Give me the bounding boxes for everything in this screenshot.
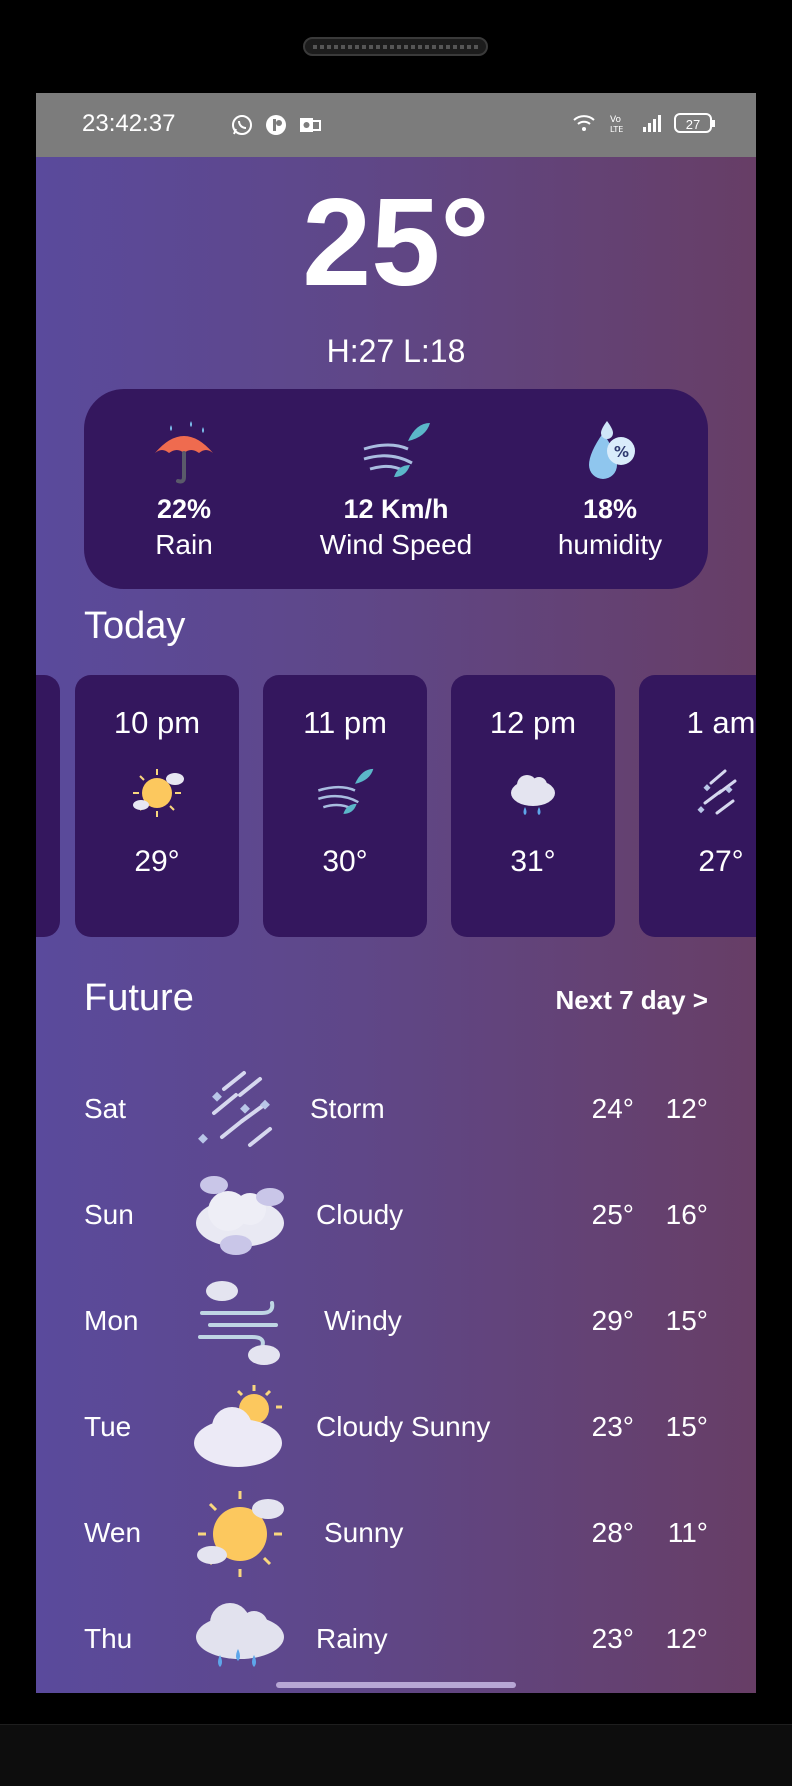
forecast-row[interactable]: Sun Cloudy 25° 16° xyxy=(84,1167,708,1263)
forecast-row[interactable]: Tue Cloudy Sunny 23° 15° xyxy=(84,1379,708,1475)
svg-text:LTE: LTE xyxy=(610,125,623,134)
hour-temp: 29° xyxy=(134,845,180,878)
forecast-day: Tue xyxy=(84,1411,132,1442)
rain-stat: 22% Rain xyxy=(114,419,254,561)
hour-temp: 31° xyxy=(510,845,556,878)
forecast-low: 12° xyxy=(665,1093,708,1124)
forecast-low: 15° xyxy=(665,1305,708,1336)
status-time: 23:42:37 xyxy=(82,110,176,137)
phone-chin xyxy=(0,1724,792,1786)
forecast-day: Mon xyxy=(84,1305,139,1336)
phone-frame: 23:42:37 Vo LTE 27 25° H:27 L:18 22% Rai… xyxy=(0,0,792,1786)
wind-label: Wind Speed xyxy=(319,529,473,560)
stats-card: 22% Rain 12 Km/h Wind Speed % 18% humidi… xyxy=(84,389,708,589)
hour-temp: 27° xyxy=(698,845,744,878)
svg-text:%: % xyxy=(614,443,629,461)
forecast-low: 15° xyxy=(665,1411,708,1442)
status-bar: 23:42:37 Vo LTE 27 xyxy=(36,93,756,157)
outlook-icon xyxy=(300,118,321,132)
future-title: Future xyxy=(84,977,194,1019)
svg-text:Vo: Vo xyxy=(610,115,621,125)
rain-cloud-icon xyxy=(511,775,555,815)
forecast-condition: Cloudy xyxy=(316,1199,404,1230)
forecast-condition: Windy xyxy=(324,1305,402,1336)
high-low-temperature: H:27 L:18 xyxy=(326,333,466,369)
hour-card-partial[interactable] xyxy=(36,675,60,937)
forecast-high: 29° xyxy=(591,1305,634,1336)
wind-stat: 12 Km/h Wind Speed xyxy=(284,419,508,561)
forecast-day: Wen xyxy=(84,1517,142,1548)
app-notification-icon xyxy=(266,115,286,135)
rainy-icon xyxy=(196,1603,284,1667)
forecast-high: 28° xyxy=(591,1517,634,1548)
windy-icon xyxy=(198,1281,280,1365)
wifi-icon xyxy=(573,115,595,131)
system-icons: Vo LTE 27 xyxy=(572,111,715,135)
today-title: Today xyxy=(84,605,186,647)
forecast-row[interactable]: Thu Rainy 23° 12° xyxy=(84,1591,708,1687)
forecast-high: 25° xyxy=(591,1199,634,1230)
signal-icon xyxy=(643,115,661,132)
cloudy-icon xyxy=(196,1176,284,1255)
forecast-low: 11° xyxy=(667,1517,708,1548)
storm-icon xyxy=(697,769,737,815)
forecast-day: Thu xyxy=(84,1623,133,1654)
forecast-low: 16° xyxy=(665,1199,708,1230)
volte-icon: VoLTE xyxy=(610,115,623,134)
forecast-condition: Rainy xyxy=(316,1623,388,1654)
hour-time: 10 pm xyxy=(113,705,201,740)
forecast-high: 24° xyxy=(591,1093,634,1124)
hour-temp: 30° xyxy=(322,845,368,878)
forecast-condition: Sunny xyxy=(324,1517,404,1548)
hour-card[interactable]: 10 pm 29° xyxy=(75,675,239,937)
forecast-day: Sun xyxy=(84,1199,134,1230)
next-7-days-link[interactable]: Next 7 day > xyxy=(556,985,708,1016)
hour-card[interactable]: 12 pm 31° xyxy=(451,675,615,937)
hour-time: 1 am xyxy=(686,705,756,740)
forecast-low: 12° xyxy=(665,1623,708,1654)
notification-icons xyxy=(230,113,322,137)
cloudy-sunny-icon xyxy=(194,1385,282,1467)
rain-label: Rain xyxy=(155,529,213,560)
humidity-label: humidity xyxy=(557,529,663,560)
hour-card[interactable]: 11 pm 30° xyxy=(263,675,427,937)
hour-time: 12 pm xyxy=(489,705,577,740)
wind-icon xyxy=(363,423,430,477)
app-screen: 23:42:37 Vo LTE 27 25° H:27 L:18 22% Rai… xyxy=(36,93,756,1693)
current-temperature: 25° xyxy=(302,174,490,312)
umbrella-icon xyxy=(155,421,213,484)
whatsapp-icon xyxy=(232,115,252,135)
forecast-row[interactable]: Wen Sunny 28° 11° xyxy=(84,1485,708,1581)
sunny-icon xyxy=(197,1491,284,1577)
wind-value: 12 Km/h xyxy=(343,494,449,524)
hour-time: 11 pm xyxy=(303,705,387,740)
storm-icon xyxy=(198,1071,272,1147)
humidity-value: 18% xyxy=(582,494,638,524)
forecast-row[interactable]: Sat Storm 24° 12° xyxy=(84,1061,708,1157)
forecast-row[interactable]: Mon Windy 29° 15° xyxy=(84,1273,708,1369)
humidity-stat: % 18% humidity xyxy=(538,419,682,561)
forecast-condition: Storm xyxy=(310,1093,385,1124)
forecast-condition: Cloudy Sunny xyxy=(316,1411,491,1442)
sunny-icon xyxy=(133,769,184,817)
rain-value: 22% xyxy=(156,494,212,524)
forecast-day: Sat xyxy=(84,1093,127,1124)
wind-icon xyxy=(317,768,374,814)
forecast-high: 23° xyxy=(591,1411,634,1442)
home-indicator[interactable] xyxy=(276,1682,516,1688)
humidity-icon: % xyxy=(589,421,635,479)
forecast-high: 23° xyxy=(591,1623,634,1654)
hour-card[interactable]: 1 am 27° xyxy=(639,675,756,937)
battery-icon: 27 xyxy=(674,113,715,133)
earpiece-speaker xyxy=(303,37,488,56)
